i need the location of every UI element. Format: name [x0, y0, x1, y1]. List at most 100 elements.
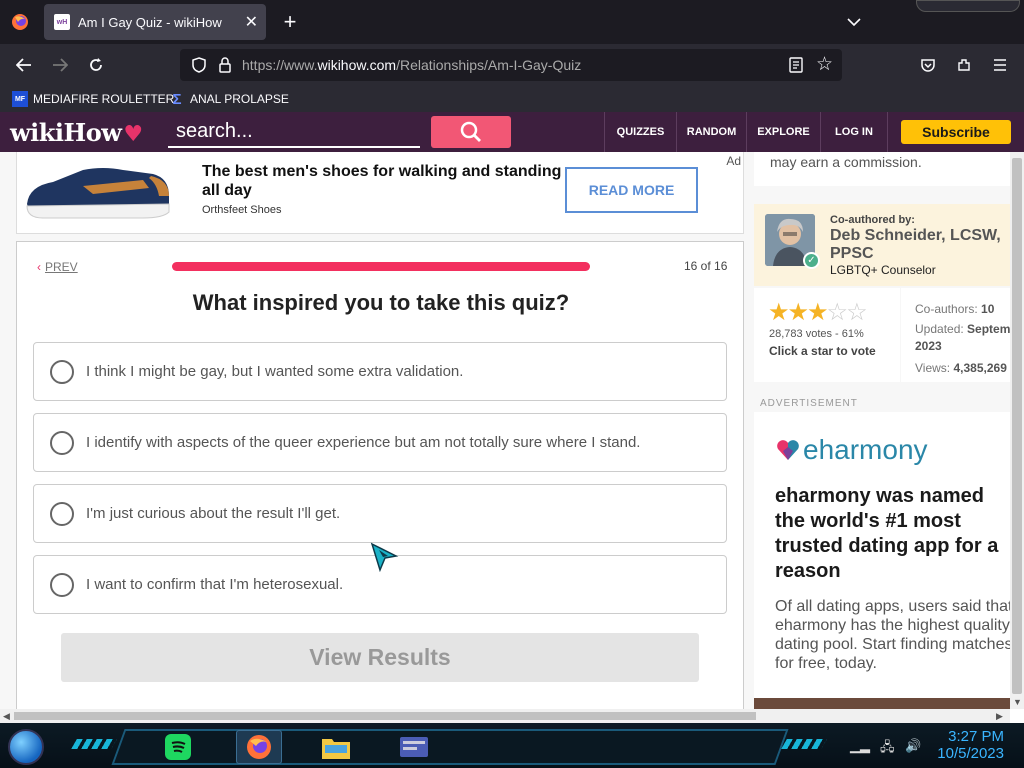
forward-button[interactable] — [46, 52, 74, 78]
author-name[interactable]: Deb Schneider, LCSW, PPSC — [830, 227, 1010, 263]
star-empty-icon[interactable]: ☆ — [846, 299, 867, 326]
wikihow-logo[interactable]: wikiHow♥ — [10, 118, 143, 147]
search-input[interactable]: search... — [168, 118, 420, 148]
bookmark-anal-prolapse[interactable]: Σ ANAL PROLAPSE — [169, 90, 288, 108]
network-icon[interactable]: 🖧 — [880, 738, 895, 760]
taskbar-decoration — [71, 739, 117, 749]
clock-time: 3:27 PM — [948, 728, 1004, 745]
votes-count: 28,783 votes - 61% — [769, 328, 864, 340]
nav-random[interactable]: RANDOM — [676, 112, 746, 152]
ad-brand: Orthsfeet Shoes — [202, 204, 282, 216]
shoe-ad-banner[interactable]: The best men's shoes for walking and sta… — [16, 152, 744, 234]
url-text[interactable]: https://www.wikihow.com/Relationships/Am… — [242, 57, 581, 73]
bookmark-mediafire[interactable]: MF MEDIAFIRE ROULETTER — [12, 90, 174, 108]
address-bar[interactable]: https://www.wikihow.com/Relationships/Am… — [180, 49, 842, 81]
eharmony-heart-icon — [777, 440, 799, 460]
volume-icon[interactable]: 🔊 — [905, 738, 921, 754]
search-button[interactable] — [431, 116, 511, 148]
tracking-protection-shield-icon[interactable] — [190, 56, 208, 74]
page-content: The best men's shoes for walking and sta… — [0, 152, 1010, 709]
star-filled-icon[interactable]: ★ — [788, 299, 809, 326]
firefox-menu-icon[interactable] — [6, 8, 34, 36]
browser-nav-bar: https://www.wikihow.com/Relationships/Am… — [0, 44, 1024, 86]
shoe-image — [26, 168, 170, 219]
updated-stat: Updated: September — [915, 322, 1010, 336]
coauthored-label: Co-authored by: — [830, 214, 915, 226]
horizontal-scrollbar[interactable]: ◀ ▶ — [0, 709, 1010, 723]
article-stats: Co-authors: 10 Updated: September 2023 V… — [901, 288, 1010, 382]
heart-icon: ♥ — [123, 121, 143, 147]
answer-label: I want to confirm that I'm heterosexual. — [86, 576, 344, 593]
answer-option[interactable]: I'm just curious about the result I'll g… — [33, 484, 727, 543]
reload-button[interactable] — [82, 52, 110, 78]
new-tab-button[interactable]: + — [276, 8, 304, 36]
vertical-scroll-thumb[interactable] — [1012, 158, 1022, 694]
bookmark-label: MEDIAFIRE ROULETTER — [33, 92, 175, 106]
click-star-label: Click a star to vote — [769, 344, 876, 358]
clock-date: 10/5/2023 — [937, 745, 1004, 762]
prev-link[interactable]: ‹ PREV — [37, 260, 78, 274]
author-role: LGBTQ+ Counselor — [830, 263, 936, 277]
spotify-app-icon[interactable] — [160, 730, 196, 764]
chevron-left-icon: ‹ — [37, 260, 41, 274]
radio-button[interactable] — [50, 430, 74, 455]
radio-button[interactable] — [50, 359, 74, 384]
pocket-icon[interactable] — [914, 52, 942, 78]
browser-tab[interactable]: wH Am I Gay Quiz - wikiHow ✕ — [44, 4, 266, 40]
extensions-icon[interactable] — [950, 52, 978, 78]
eharmony-ad[interactable]: eharmony eharmony was named the world's … — [754, 412, 1010, 709]
tab-title: Am I Gay Quiz - wikiHow — [78, 14, 222, 30]
radio-button[interactable] — [50, 572, 74, 597]
question-title: What inspired you to take this quiz? — [192, 290, 570, 315]
list-all-tabs-button[interactable] — [840, 10, 868, 34]
horizontal-scroll-thumb[interactable] — [14, 712, 756, 720]
reader-view-icon[interactable] — [788, 56, 804, 74]
sigma-icon: Σ — [172, 90, 182, 108]
control-panel-icon[interactable] — [396, 730, 432, 764]
answer-option[interactable]: I identify with aspects of the queer exp… — [33, 413, 727, 472]
view-results-button[interactable]: View Results — [61, 633, 699, 682]
ad-headline[interactable]: The best men's shoes for walking and sta… — [202, 162, 562, 200]
mouse-cursor-icon — [370, 542, 400, 577]
vertical-scrollbar[interactable]: ▼ — [1010, 152, 1024, 709]
scroll-down-icon[interactable]: ▼ — [1013, 697, 1022, 707]
views-stat: Views: 4,385,269 — [915, 361, 1007, 375]
mediafire-icon: MF — [12, 91, 28, 107]
eharmony-logo[interactable]: eharmony — [776, 434, 928, 466]
answer-label: I identify with aspects of the queer exp… — [86, 434, 641, 451]
star-empty-icon[interactable]: ☆ — [827, 299, 848, 326]
nav-explore[interactable]: EXPLORE — [746, 112, 820, 152]
radio-button[interactable] — [50, 501, 74, 526]
system-clock[interactable]: 3:27 PM 10/5/2023 — [934, 728, 1004, 762]
back-button[interactable] — [10, 52, 38, 78]
nav-quizzes[interactable]: QUIZZES — [604, 112, 676, 152]
ad-side-image — [754, 698, 1010, 709]
show-hidden-icons[interactable]: ▁▂ — [850, 738, 870, 754]
scroll-right-icon[interactable]: ▶ — [996, 711, 1003, 722]
firefox-app-icon[interactable] — [236, 730, 282, 764]
quiz-card: ‹ PREV 16 of 16 What inspired you to take… — [16, 241, 744, 709]
read-more-button[interactable]: READ MORE — [565, 167, 698, 213]
star-rating[interactable]: ★★★☆☆ — [768, 298, 868, 327]
coauthor-box[interactable]: ✓ Co-authored by: Deb Schneider, LCSW, P… — [754, 204, 1010, 286]
taskbar-frame — [111, 729, 789, 765]
app-menu-icon[interactable] — [986, 52, 1014, 78]
star-filled-icon[interactable]: ★ — [807, 299, 828, 326]
scroll-left-icon[interactable]: ◀ — [3, 711, 10, 722]
site-header: wikiHow♥ search... QUIZZES RANDOM EXPLOR… — [0, 112, 1024, 152]
star-filled-icon[interactable]: ★ — [768, 299, 789, 326]
lock-icon[interactable] — [216, 56, 234, 74]
ad-side-headline[interactable]: eharmony was named the world's #1 most t… — [775, 484, 1010, 584]
bookmark-star-icon[interactable]: ☆ — [816, 53, 833, 76]
question-counter: 16 of 16 — [684, 259, 728, 273]
os-taskbar: ▁▂ 🖧 🔊 3:27 PM 10/5/2023 — [0, 723, 1024, 768]
file-explorer-icon[interactable] — [318, 730, 354, 764]
browser-tab-bar: wH Am I Gay Quiz - wikiHow ✕ + — [0, 0, 1024, 44]
subscribe-button[interactable]: Subscribe — [901, 120, 1011, 144]
start-button[interactable] — [8, 729, 44, 765]
answer-label: I think I might be gay, but I wanted som… — [86, 363, 464, 380]
answer-option[interactable]: I think I might be gay, but I wanted som… — [33, 342, 727, 401]
nav-login[interactable]: LOG IN — [820, 112, 888, 152]
wikihow-favicon-icon: wH — [54, 14, 70, 30]
tab-close-icon[interactable]: ✕ — [245, 12, 258, 32]
